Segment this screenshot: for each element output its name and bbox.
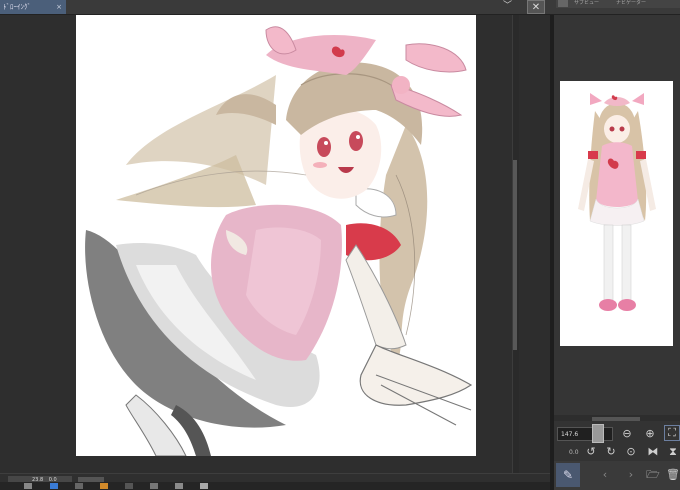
taskbar-app-icon[interactable] bbox=[125, 483, 133, 489]
navigator-preview[interactable] bbox=[560, 81, 673, 346]
zoom-out-icon[interactable]: ⊖ bbox=[620, 427, 634, 441]
tab-close-icon[interactable]: × bbox=[56, 0, 62, 14]
angle-value: 0.0 bbox=[569, 449, 579, 456]
close-panel-button[interactable]: ✕ bbox=[527, 0, 545, 14]
canvas-workspace[interactable] bbox=[0, 15, 512, 473]
artwork-sketch bbox=[85, 26, 473, 456]
navigator-toolbar: ✎ ‹ › 🗁 🗑 bbox=[554, 461, 680, 490]
chevron-down-icon[interactable]: ﹀ bbox=[503, 0, 512, 13]
zoom-slider-handle[interactable] bbox=[592, 424, 604, 443]
chevron-left-icon[interactable]: ‹ bbox=[598, 468, 612, 482]
taskbar-app-icon[interactable] bbox=[75, 483, 83, 489]
navigator-controls: 147.6 ⊖ ⊕ ⛶ 0.0 ↺ ↻ ⊙ ⧓ ⧗ ✎ ‹ › 🗁 🗑 bbox=[554, 421, 680, 490]
taskbar-app-icon[interactable] bbox=[50, 483, 58, 489]
navigator-panel bbox=[554, 15, 680, 415]
rotate-right-icon[interactable]: ↻ bbox=[604, 445, 618, 459]
reference-image bbox=[578, 93, 656, 311]
zoom-in-icon[interactable]: ⊕ bbox=[643, 427, 657, 441]
canvas-scroll-thumb[interactable] bbox=[513, 160, 517, 350]
taskbar-app-icon[interactable] bbox=[150, 483, 158, 489]
folder-icon[interactable]: 🗁 bbox=[646, 468, 660, 482]
fit-screen-icon[interactable]: ⛶ bbox=[664, 425, 680, 441]
taskbar-app-icon[interactable] bbox=[24, 483, 32, 489]
app-window: ﾄﾞﾛｰｲﾝｸﾞ × ﹀ ✕ サブビュー ナビゲーター 147.6 ⊖ ⊕ ⛶ … bbox=[0, 0, 680, 490]
flip-vertical-icon[interactable]: ⧗ bbox=[666, 445, 680, 459]
taskbar bbox=[0, 482, 550, 490]
taskbar-app-icon[interactable] bbox=[200, 483, 208, 489]
canvas-tab[interactable]: ﾄﾞﾛｰｲﾝｸﾞ × bbox=[0, 0, 66, 14]
tab-navigator[interactable]: ナビゲーター bbox=[616, 0, 652, 7]
canvas-tab-title: ﾄﾞﾛｰｲﾝｸﾞ bbox=[3, 3, 31, 11]
chevron-right-icon[interactable]: › bbox=[624, 468, 638, 482]
eyedropper-icon[interactable]: ✎ bbox=[556, 463, 580, 487]
drawing-canvas[interactable] bbox=[76, 15, 476, 456]
tab-subview[interactable]: サブビュー bbox=[574, 0, 606, 7]
trash-icon[interactable]: 🗑 bbox=[666, 468, 680, 482]
reset-rotation-icon[interactable]: ⊙ bbox=[624, 445, 638, 459]
rotate-left-icon[interactable]: ↺ bbox=[584, 445, 598, 459]
flip-horizontal-icon[interactable]: ⧓ bbox=[646, 445, 660, 459]
zoom-input[interactable]: 147.6 bbox=[557, 427, 613, 441]
top-bar: ﾄﾞﾛｰｲﾝｸﾞ × ﹀ ✕ サブビュー ナビゲーター bbox=[0, 0, 680, 15]
right-panel-tabs: サブビュー ナビゲーター bbox=[556, 0, 680, 8]
panel-menu-icon[interactable] bbox=[558, 0, 568, 7]
taskbar-app-icon[interactable] bbox=[100, 483, 108, 489]
taskbar-app-icon[interactable] bbox=[175, 483, 183, 489]
